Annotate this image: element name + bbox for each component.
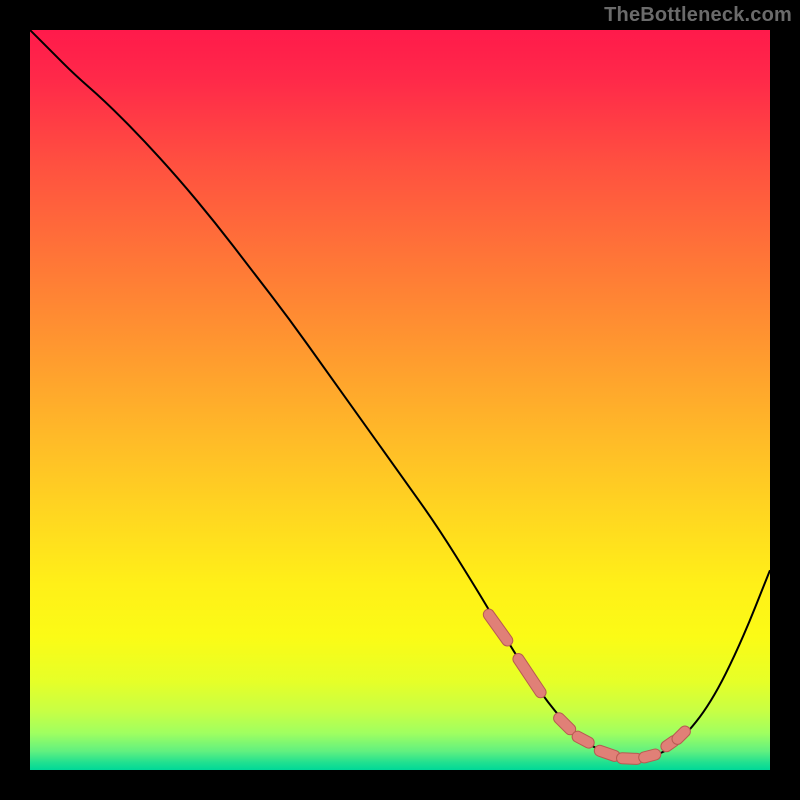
- chart-stage: TheBottleneck.com: [0, 0, 800, 800]
- watermark-label: TheBottleneck.com: [604, 4, 792, 27]
- gradient-background: [30, 30, 770, 770]
- plot-area: [30, 30, 770, 770]
